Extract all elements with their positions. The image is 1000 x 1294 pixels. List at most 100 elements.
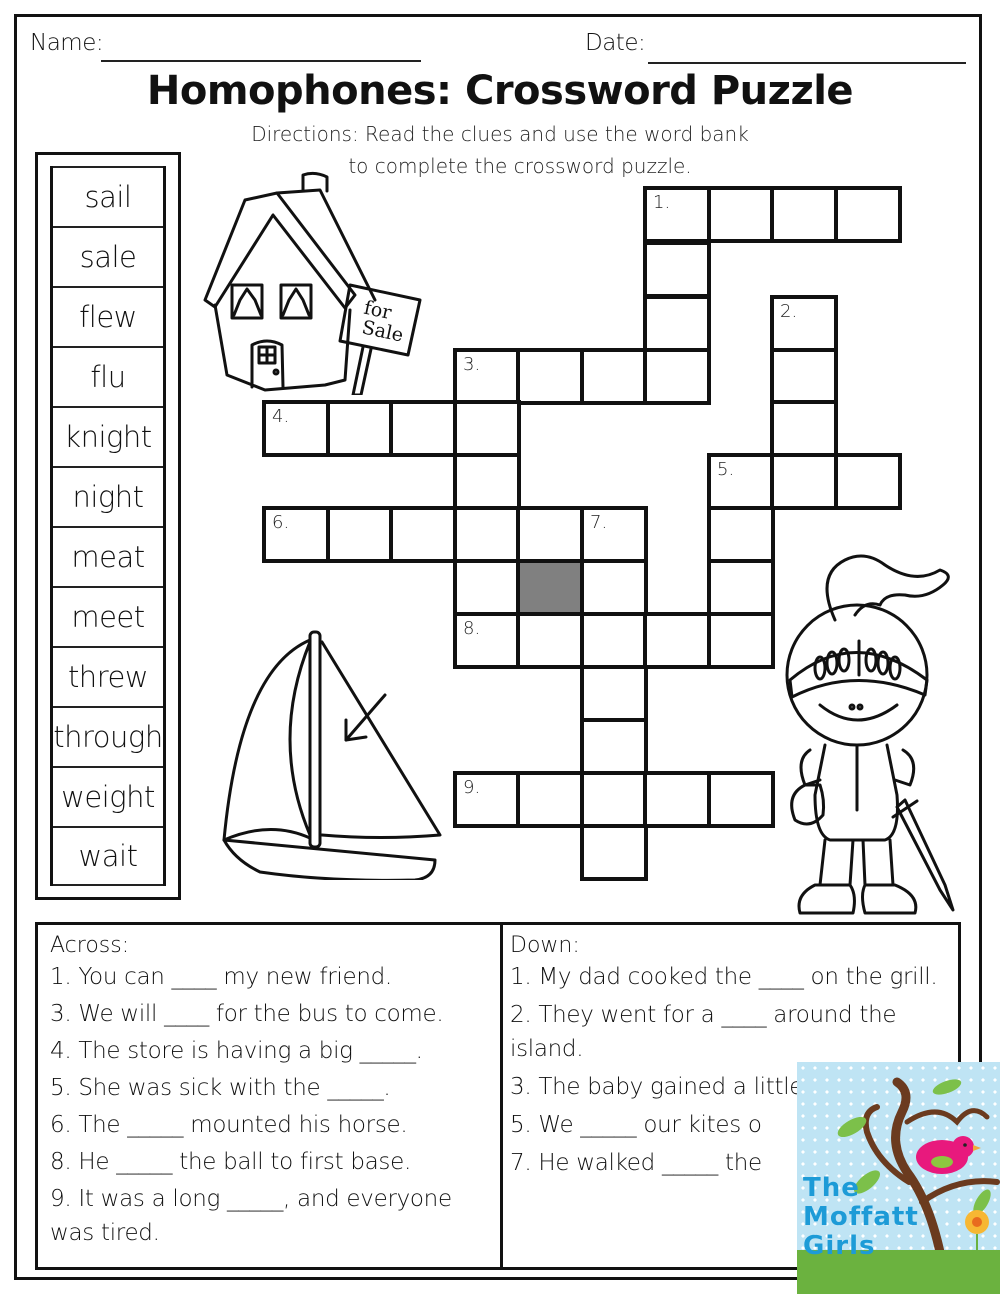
house-for-sale-illustration: for Sale	[203, 171, 422, 395]
knight-leg-left	[818, 838, 855, 887]
crossword-cell[interactable]	[643, 348, 711, 405]
crossword-cell[interactable]	[326, 506, 394, 563]
chimney	[301, 171, 329, 193]
crossword-cell[interactable]: 8.	[453, 612, 521, 669]
word-bank-item: through	[53, 706, 163, 766]
down-clue: 2. They went for a ____ around the islan…	[510, 1002, 897, 1062]
word-bank: sail sale flew flu knight night meat meet threw t…	[35, 152, 181, 900]
moffatt-girls-logo: The Moffatt Girls	[797, 1062, 1000, 1294]
crossword-cell[interactable]: 9.	[453, 771, 521, 828]
crossword-cell[interactable]	[326, 400, 394, 457]
sale-sign-post	[351, 345, 373, 395]
word-bank-item: knight	[53, 406, 163, 466]
knight-plume	[825, 554, 950, 622]
across-clue: 3. We will ____ for the bus to come.	[50, 1001, 444, 1027]
word-bank-item: meet	[53, 586, 163, 646]
word-bank-item: weight	[53, 766, 163, 826]
clue-number: 3.	[463, 354, 481, 375]
crossword-cell[interactable]	[389, 506, 457, 563]
crossword-cell[interactable]: 6.	[262, 506, 330, 563]
crossword-cell[interactable]	[580, 348, 648, 405]
crossword-cell[interactable]	[643, 771, 711, 828]
crossword-cell[interactable]	[643, 241, 711, 298]
crossword-cell[interactable]	[516, 506, 584, 563]
across-clue: 6. The _____ mounted his horse.	[50, 1112, 408, 1138]
crossword-cell[interactable]	[580, 559, 648, 616]
crossword-cell[interactable]	[834, 453, 902, 510]
crossword-cell[interactable]	[707, 506, 775, 563]
across-clues: Across: 1. You can ____ my new friend. 3…	[50, 933, 490, 1253]
crossword-cell[interactable]	[453, 506, 521, 563]
crossword-blocked-cell	[516, 559, 584, 616]
crossword-cell[interactable]	[707, 612, 775, 669]
date-field[interactable]	[648, 62, 966, 64]
crossword-cell[interactable]	[453, 559, 521, 616]
crossword-cell[interactable]	[389, 400, 457, 457]
crossword-cell[interactable]	[580, 612, 648, 669]
down-heading: Down:	[510, 933, 580, 958]
knight-helmet	[785, 603, 929, 747]
crossword-cell[interactable]: 1.	[643, 186, 711, 243]
knight-illustration	[785, 554, 955, 915]
sailboat-hull	[222, 838, 437, 880]
logo-line-2: Moffatt	[803, 1202, 919, 1232]
crossword-cell[interactable]	[707, 559, 775, 616]
crossword-cell[interactable]	[580, 824, 648, 881]
crossword-cell[interactable]	[580, 771, 648, 828]
logo-text: The Moffatt Girls	[803, 1174, 919, 1261]
sailboat-jib	[320, 640, 442, 839]
crossword-cell[interactable]	[770, 186, 838, 243]
crossword-cell[interactable]	[453, 400, 521, 457]
down-clue: 1. My dad cooked the ____ on the grill.	[510, 964, 938, 990]
crossword-cell[interactable]	[453, 453, 521, 510]
sailboat-illustration	[222, 630, 442, 880]
clue-number: 9.	[463, 777, 481, 798]
crossword-cell[interactable]	[516, 612, 584, 669]
clue-number: 1.	[653, 192, 671, 213]
crossword-cell[interactable]	[770, 400, 838, 457]
crossword-cell[interactable]: 2.	[770, 295, 838, 352]
knight-sword	[895, 798, 955, 912]
crossword-cell[interactable]	[834, 186, 902, 243]
crossword-cell[interactable]	[580, 718, 648, 775]
directions-line-1: Directions: Read the clues and use the w…	[251, 122, 749, 146]
crossword-cell[interactable]	[580, 665, 648, 722]
name-field[interactable]	[101, 60, 421, 62]
knight-glove	[790, 783, 826, 826]
clues-divider	[500, 925, 503, 1267]
crossword-cell[interactable]	[516, 348, 584, 405]
crossword-cell[interactable]	[770, 348, 838, 405]
logo-line-3: Girls	[803, 1231, 876, 1261]
crossword-cell[interactable]: 3.	[453, 348, 521, 405]
word-bank-item: wait	[53, 826, 163, 886]
crossword-cell[interactable]: 7.	[580, 506, 648, 563]
crossword-cell[interactable]	[770, 453, 838, 510]
word-bank-list: sail sale flew flu knight night meat meet threw t…	[50, 166, 166, 886]
name-label: Name:	[30, 30, 104, 56]
crossword-cell[interactable]	[707, 186, 775, 243]
crossword-cell[interactable]	[643, 295, 711, 352]
word-bank-item: flew	[53, 286, 163, 346]
word-bank-item: night	[53, 466, 163, 526]
across-clue: 5. She was sick with the _____.	[50, 1075, 391, 1101]
crossword-cell[interactable]: 4.	[262, 400, 330, 457]
crossword-cell[interactable]	[643, 612, 711, 669]
clue-number: 7.	[590, 512, 608, 533]
clue-number: 8.	[463, 618, 481, 639]
word-bank-item: sail	[53, 166, 163, 226]
knight-leg-right	[861, 838, 895, 887]
clue-number: 4.	[272, 406, 290, 427]
crossword-cell[interactable]	[516, 771, 584, 828]
word-bank-item: meat	[53, 526, 163, 586]
across-clue: 4. The store is having a big _____.	[50, 1038, 423, 1064]
crossword-cell[interactable]	[707, 771, 775, 828]
word-bank-item: flu	[53, 346, 163, 406]
clue-number: 5.	[717, 459, 735, 480]
clue-number: 6.	[272, 512, 290, 533]
word-bank-item: sale	[53, 226, 163, 286]
sailboat-mainsail-back	[222, 638, 312, 842]
sale-sign-text-2: Sale	[360, 316, 405, 346]
date-label: Date:	[585, 30, 646, 56]
crossword-cell[interactable]: 5.	[707, 453, 775, 510]
across-clue: 9. It was a long _____, and everyone was…	[50, 1186, 452, 1246]
